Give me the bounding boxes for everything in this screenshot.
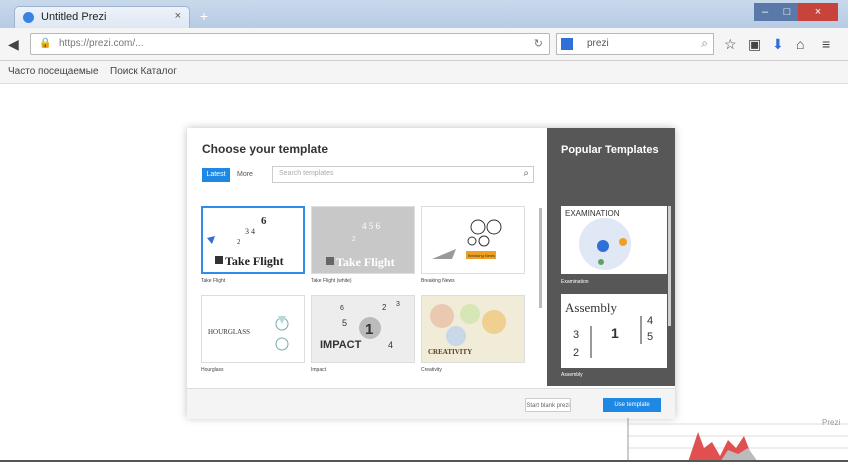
- svg-text:3: 3: [573, 329, 579, 341]
- search-placeholder: Search templates: [279, 170, 334, 177]
- template-name: Take Flight: [201, 278, 226, 284]
- bookmarks-bar: Часто посещаемые Поиск Каталог: [0, 61, 848, 84]
- svg-text:2: 2: [237, 238, 241, 246]
- svg-text:4: 4: [647, 315, 653, 327]
- template-thumbnail[interactable]: CREATIVITY: [421, 295, 525, 363]
- library-icon[interactable]: ▣: [748, 36, 761, 52]
- template-thumbnail[interactable]: 6 2 3 5 1 IMPACT 4: [311, 295, 415, 363]
- popular-template-thumbnail[interactable]: EXAMINATION: [561, 206, 667, 274]
- popular-templates-panel: Popular Templates EXAMINATION Examinatio…: [547, 128, 675, 386]
- svg-text:1: 1: [611, 325, 619, 341]
- template-thumbnail[interactable]: HOURGLASS: [201, 295, 305, 363]
- template-thumbnail[interactable]: 6 3 4 2 Take Flight: [201, 206, 305, 274]
- url-text: https://prezi.com/...: [59, 38, 144, 49]
- assembly-preview-icon: Assembly 4 5 3 2 1: [565, 300, 653, 359]
- star-icon[interactable]: ☆: [724, 36, 737, 52]
- bookmark-item[interactable]: Поиск Каталог: [110, 66, 177, 77]
- use-template-button[interactable]: Use template: [603, 398, 661, 412]
- examination-preview-icon: EXAMINATION: [565, 209, 631, 270]
- reload-icon[interactable]: ↻: [534, 37, 543, 50]
- template-caption: EXAMINATION: [565, 209, 620, 218]
- search-bar[interactable]: prezi ⌕: [556, 33, 714, 55]
- graph-plot-icon: [627, 418, 848, 462]
- svg-text:3 4: 3 4: [245, 227, 255, 236]
- browser-tab[interactable]: Untitled Prezi ×: [14, 6, 190, 28]
- dialog-footer: Start blank prezi Use template: [187, 388, 675, 419]
- back-icon[interactable]: ◀: [8, 36, 19, 52]
- template-name: Breaking News: [421, 278, 455, 284]
- new-tab-button[interactable]: +: [194, 8, 214, 24]
- svg-text:5: 5: [647, 331, 653, 343]
- template-name: Creativity: [421, 367, 442, 373]
- start-blank-button[interactable]: Start blank prezi: [525, 398, 571, 412]
- close-window-button[interactable]: ×: [798, 3, 838, 21]
- template-caption: CREATIVITY: [428, 348, 472, 356]
- svg-text:4 5 6: 4 5 6: [362, 221, 381, 231]
- impact-preview-icon: 6 2 3 5 1 IMPACT 4: [320, 301, 400, 351]
- background-graph: Prezi: [608, 418, 848, 462]
- svg-text:1: 1: [365, 321, 373, 338]
- take-flight-white-preview-icon: 4 5 6 2 Take Flight: [326, 221, 395, 269]
- template-caption: Assembly: [565, 300, 618, 315]
- tab-title: Untitled Prezi: [41, 11, 107, 23]
- template-panel: Choose your template Latest More Search …: [187, 128, 547, 388]
- menu-icon[interactable]: ≡: [822, 36, 830, 52]
- template-name: Take Flight (white): [311, 278, 352, 284]
- template-name: Hourglass: [201, 367, 224, 373]
- search-engine-icon[interactable]: [561, 38, 573, 50]
- svg-text:2: 2: [352, 235, 356, 243]
- window-controls: – □ ×: [754, 3, 838, 21]
- template-name: Impact: [311, 367, 327, 373]
- template-thumbnail[interactable]: 4 5 6 2 Take Flight: [311, 206, 415, 274]
- graph-label: Prezi: [822, 418, 841, 427]
- svg-text:6: 6: [261, 215, 267, 227]
- svg-text:2: 2: [573, 347, 579, 359]
- popular-template-name: Examination: [561, 279, 589, 285]
- bookmark-item[interactable]: Часто посещаемые: [8, 66, 99, 77]
- template-caption: HOURGLASS: [208, 328, 250, 336]
- popular-template-name: Assembly: [561, 372, 583, 378]
- hourglass-preview-icon: HOURGLASS: [208, 316, 289, 351]
- svg-text:2: 2: [382, 303, 387, 312]
- template-dialog: Choose your template Latest More Search …: [187, 128, 675, 419]
- breaking-news-preview-icon: Breaking News: [432, 219, 502, 259]
- home-icon[interactable]: ⌂: [796, 36, 804, 52]
- popular-scrollbar[interactable]: [668, 206, 671, 326]
- svg-text:3: 3: [396, 301, 400, 308]
- template-thumbnail[interactable]: Breaking News: [421, 206, 525, 274]
- template-caption: IMPACT: [320, 339, 362, 351]
- title-bar: Untitled Prezi × + – □ ×: [0, 0, 848, 28]
- url-bar[interactable]: 🔒 https://prezi.com/... ↻: [30, 33, 550, 55]
- template-search-input[interactable]: Search templates ⌕: [272, 166, 534, 183]
- templates-scrollbar[interactable]: [539, 208, 542, 308]
- template-caption: Take Flight: [225, 254, 284, 268]
- svg-text:4: 4: [388, 340, 393, 350]
- take-flight-preview-icon: 6 3 4 2 Take Flight: [207, 215, 284, 268]
- tab-latest[interactable]: Latest: [202, 168, 230, 182]
- creativity-preview-icon: CREATIVITY: [428, 304, 506, 356]
- lock-icon: 🔒: [39, 38, 52, 49]
- search-value: prezi: [587, 38, 609, 49]
- tab-close-icon[interactable]: ×: [175, 10, 181, 22]
- maximize-button[interactable]: □: [776, 3, 798, 21]
- search-icon[interactable]: ⌕: [701, 36, 708, 51]
- tab-more[interactable]: More: [237, 171, 253, 178]
- popular-template-thumbnail[interactable]: Assembly 4 5 3 2 1: [561, 294, 667, 368]
- popular-title: Popular Templates: [561, 144, 659, 156]
- svg-text:6: 6: [340, 305, 344, 312]
- download-icon[interactable]: ⬇: [772, 36, 784, 52]
- search-icon[interactable]: ⌕: [523, 168, 529, 179]
- svg-text:5: 5: [342, 318, 347, 328]
- navigation-bar: ◀ 🔒 https://prezi.com/... ↻ prezi ⌕ ☆ ▣ …: [0, 28, 848, 61]
- prezi-favicon-icon: [23, 12, 34, 23]
- minimize-button[interactable]: –: [754, 3, 776, 21]
- template-caption: Breaking News: [468, 253, 495, 258]
- template-caption: Take Flight: [336, 255, 395, 269]
- dialog-title: Choose your template: [202, 142, 329, 156]
